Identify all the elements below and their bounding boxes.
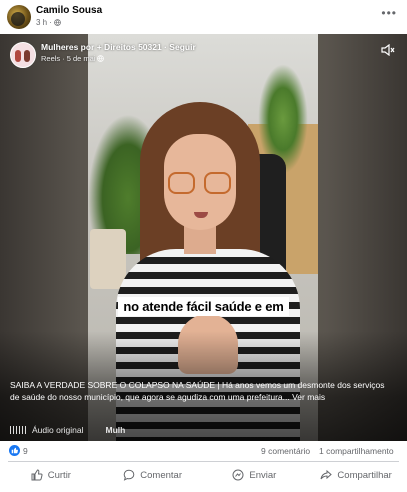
share-label: Compartilhar — [337, 469, 392, 481]
comment-count[interactable]: 9 comentário — [261, 446, 310, 456]
share-count[interactable]: 1 compartilhamento — [319, 446, 394, 456]
audio-row[interactable]: Áudio original Mulh — [10, 424, 400, 436]
post-time[interactable]: 3 h — [36, 18, 47, 27]
comment-button[interactable]: Comentar — [102, 463, 204, 487]
globe-icon — [54, 19, 61, 26]
reel-video[interactable]: Mulheres por + Direitos 50321 · Seguir R… — [0, 34, 407, 441]
share-button[interactable]: Compartilhar — [305, 463, 407, 487]
sub-separator: · — [62, 54, 65, 63]
send-button[interactable]: Enviar — [204, 463, 306, 487]
author-name[interactable]: Camilo Sousa — [36, 5, 102, 16]
action-bar: Curtir Comentar Enviar Compartilhar — [0, 463, 407, 487]
group-avatar[interactable] — [10, 42, 36, 68]
plant-pot — [90, 229, 126, 289]
author-avatar[interactable] — [7, 5, 31, 29]
follow-button[interactable]: Seguir — [169, 42, 195, 52]
reel-header: Mulheres por + Direitos 50321 · Seguir R… — [10, 42, 196, 68]
reel-date[interactable]: 5 de mai — [67, 53, 96, 64]
speaker-glasses — [168, 172, 232, 196]
globe-icon — [97, 55, 105, 62]
post-header: Camilo Sousa 3 h · ••• — [0, 0, 407, 34]
post-meta: 3 h · — [36, 18, 61, 27]
reel-kind: Reels — [41, 54, 61, 63]
comment-label: Comentar — [140, 469, 182, 481]
mute-icon[interactable] — [381, 44, 395, 56]
video-caption: no atende fácil saúde e em — [0, 297, 407, 316]
action-divider — [8, 461, 399, 462]
like-count[interactable]: 9 — [23, 446, 28, 456]
caption-text: no atende fácil saúde e em — [118, 297, 289, 316]
post-card: Camilo Sousa 3 h · ••• Mulheres por + Di… — [0, 0, 407, 492]
reel-title: Mulheres por + Direitos 50321 · Seguir R… — [41, 42, 196, 64]
title-separator: · — [164, 42, 167, 52]
group-name[interactable]: Mulheres por + Direitos 50321 — [41, 42, 162, 52]
meta-separator: · — [49, 18, 52, 27]
comment-icon — [123, 469, 135, 481]
audio-bars-icon — [10, 426, 28, 434]
send-icon — [232, 469, 244, 481]
like-label: Curtir — [47, 469, 71, 481]
reel-subtitle: Reels · 5 de mai — [41, 53, 196, 64]
reel-description[interactable]: SAIBA A VERDADE SOBRE O COLAPSO NA SAÚDE… — [10, 379, 390, 403]
like-icon[interactable] — [9, 445, 20, 456]
like-button[interactable]: Curtir — [0, 463, 102, 487]
more-icon[interactable]: ••• — [381, 6, 397, 20]
send-label: Enviar — [249, 469, 277, 481]
share-icon — [320, 469, 333, 480]
audio-label[interactable]: Áudio original — [32, 425, 84, 435]
thumbs-up-icon — [31, 469, 43, 481]
post-stats: 9 9 comentário 1 compartilhamento — [0, 445, 407, 459]
audio-next-label[interactable]: Mulh — [106, 425, 126, 435]
